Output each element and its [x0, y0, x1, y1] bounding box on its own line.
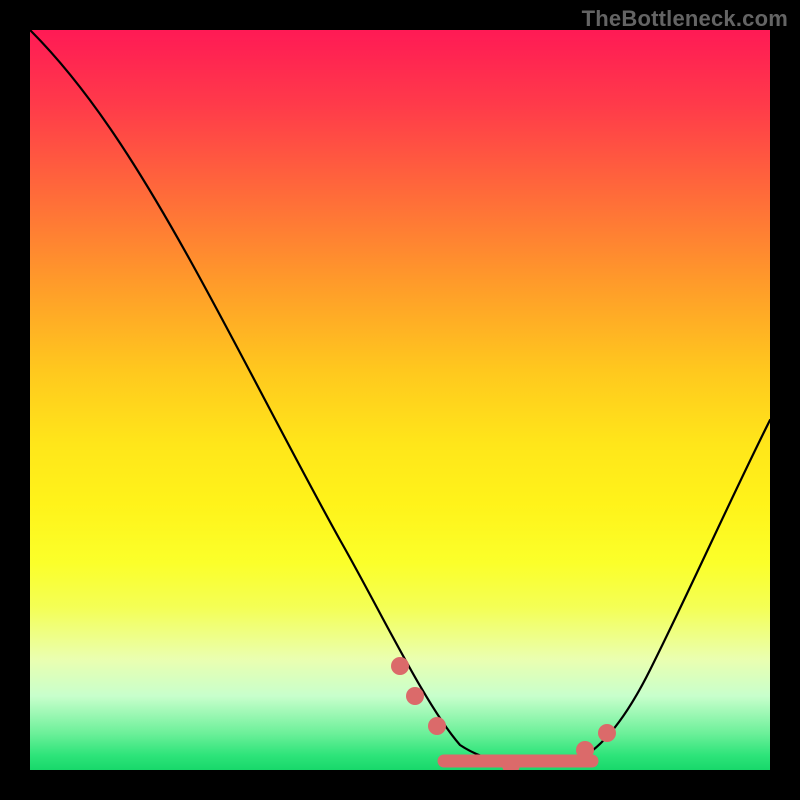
marker-dot — [598, 724, 616, 742]
marker-dot — [428, 717, 446, 735]
plot-area — [30, 30, 770, 770]
marker-dot — [391, 657, 409, 675]
bottleneck-curve — [30, 30, 770, 766]
watermark-text: TheBottleneck.com — [582, 6, 788, 32]
chart-frame: TheBottleneck.com — [0, 0, 800, 800]
marker-dots — [391, 657, 616, 770]
marker-dot — [406, 687, 424, 705]
marker-dot — [576, 741, 594, 759]
curve-svg — [30, 30, 770, 770]
